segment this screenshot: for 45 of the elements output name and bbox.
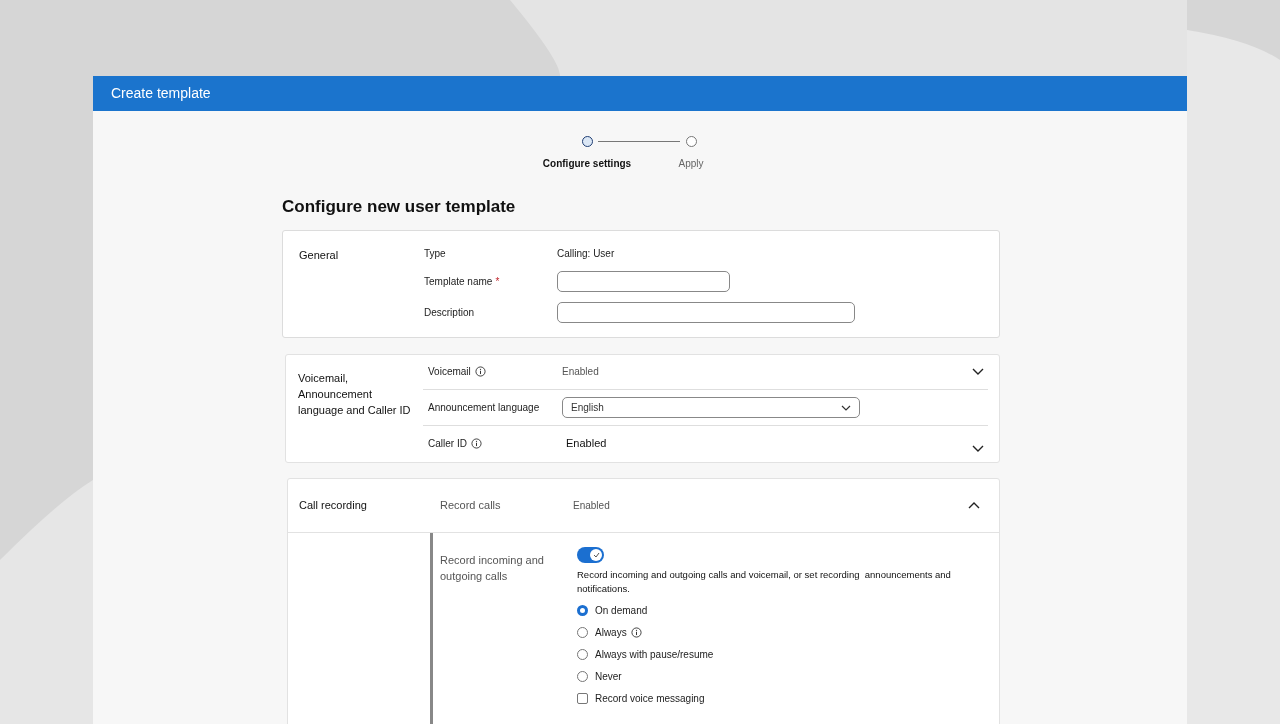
chevron-down-icon[interactable] xyxy=(972,367,984,376)
radio-button[interactable] xyxy=(577,605,588,616)
field-label: Description xyxy=(424,305,475,320)
setting-label: Record incoming and outgoing calls xyxy=(440,552,545,584)
status-value: Enabled xyxy=(565,436,608,452)
text-input[interactable] xyxy=(557,270,730,292)
field-label: Record calls xyxy=(440,497,502,513)
page-heading: Configure new user template xyxy=(282,196,517,218)
field-label: Announcement language xyxy=(428,401,540,415)
field-label: Template name xyxy=(424,274,493,289)
language-select[interactable]: English xyxy=(562,397,860,418)
status-value: Enabled xyxy=(562,365,600,380)
option-label: Always xyxy=(595,626,627,640)
field-value: Calling: User xyxy=(557,247,615,261)
info-icon[interactable] xyxy=(630,627,642,638)
status-value: Enabled xyxy=(573,498,611,513)
toggle-switch[interactable] xyxy=(577,546,604,563)
option-label: Record voice messaging xyxy=(595,692,705,706)
radio-button[interactable] xyxy=(577,649,588,660)
step-label[interactable]: Apply xyxy=(678,156,704,171)
field-label: Voicemail xyxy=(428,365,471,380)
step-indicator[interactable] xyxy=(685,136,697,147)
option-label: Always with pause/resume xyxy=(595,648,714,662)
field-label: Caller ID xyxy=(428,437,467,452)
window-title: Create template xyxy=(111,84,211,103)
field-label: Type xyxy=(424,247,446,261)
chevron-down-icon xyxy=(841,404,851,411)
text-input[interactable] xyxy=(557,301,855,323)
radio-button[interactable] xyxy=(577,671,588,682)
step-label[interactable]: Configure settings xyxy=(542,156,632,171)
step-indicator[interactable] xyxy=(581,136,593,147)
section-title: Call recording xyxy=(298,497,368,513)
option-label: Never xyxy=(595,670,622,684)
check-icon xyxy=(592,551,600,558)
required-mark: * xyxy=(495,274,500,289)
info-icon[interactable] xyxy=(470,438,482,450)
chevron-down-icon[interactable] xyxy=(972,444,984,453)
section-title: General xyxy=(298,247,340,263)
radio-button[interactable] xyxy=(577,627,588,638)
option-label: On demand xyxy=(595,604,648,618)
chevron-up-icon[interactable] xyxy=(968,501,980,509)
info-icon[interactable] xyxy=(474,366,486,378)
section-title: Voicemail, Announcement language and Caller ID xyxy=(297,370,412,418)
setting-description: Record incoming and outgoing calls and voicemail, or set recording announcements and notifications. xyxy=(577,567,952,596)
checkbox[interactable] xyxy=(577,693,588,704)
